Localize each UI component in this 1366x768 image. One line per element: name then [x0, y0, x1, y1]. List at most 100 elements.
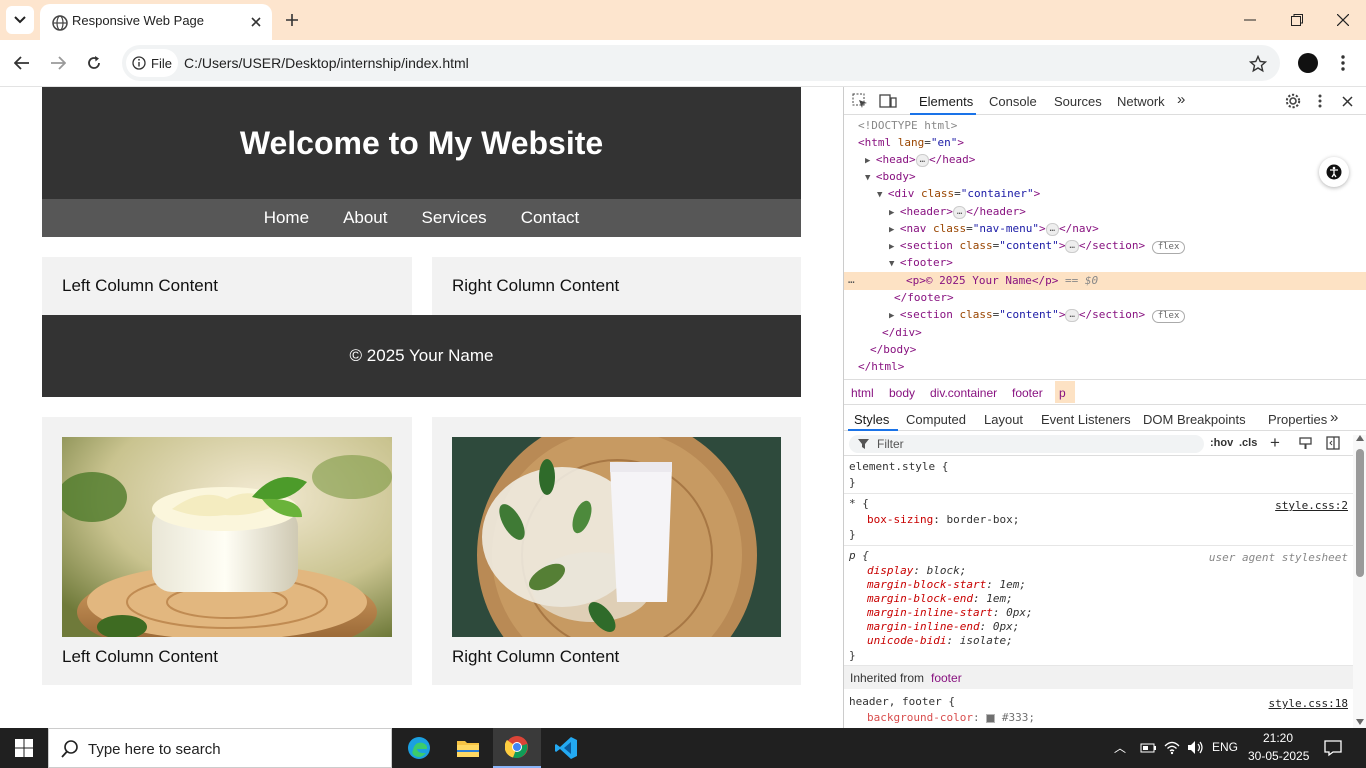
star-rule-selector[interactable]: * { — [849, 497, 869, 510]
scroll-up-icon[interactable] — [1356, 435, 1364, 441]
forward-icon[interactable] — [46, 51, 70, 75]
breadcrumb-html[interactable]: html — [851, 386, 874, 400]
url-text[interactable]: C:/Users/USER/Desktop/internship/index.h… — [184, 55, 469, 71]
bookmark-star-icon[interactable] — [1246, 52, 1270, 76]
nav-services-link[interactable]: Services — [405, 208, 504, 228]
dom-nav-node[interactable]: ▶ <nav class="nav-menu">… </nav> — [889, 222, 1099, 236]
menu-kebab-icon[interactable] — [1336, 51, 1350, 75]
edge-taskbar-icon[interactable] — [400, 728, 438, 768]
clock-date[interactable]: 30-05-2025 — [1248, 749, 1309, 763]
inspect-element-icon[interactable] — [850, 92, 870, 110]
dom-doctype[interactable]: <!DOCTYPE html> — [858, 119, 957, 132]
dom-div-close[interactable]: </div> — [882, 326, 922, 339]
show-hidden-icons[interactable]: ︿ — [1114, 739, 1126, 756]
styles-scrollbar[interactable] — [1353, 435, 1366, 728]
new-tab-icon[interactable] — [280, 8, 304, 32]
element-style-rule[interactable]: element.style { — [849, 460, 948, 473]
accessibility-tree-button[interactable] — [1319, 157, 1349, 187]
toggle-sidebar-icon[interactable] — [1326, 436, 1340, 450]
file-explorer-taskbar-icon[interactable] — [449, 728, 487, 768]
dom-div-node[interactable]: ▼ <div class="container"> — [877, 187, 1040, 200]
dom-ellipsis[interactable]: … — [915, 153, 930, 167]
dom-header-node[interactable]: ▶ <header>… </header> — [889, 205, 1026, 219]
restore-icon[interactable] — [1283, 8, 1311, 32]
star-rule-source-link[interactable]: style.css:2 — [1275, 499, 1348, 512]
hf-rule-selector[interactable]: header, footer { — [849, 695, 955, 708]
dom-html-open[interactable]: <html lang="en"> — [858, 136, 964, 149]
dom-ellipsis[interactable]: … — [1065, 308, 1079, 322]
tab-layout[interactable]: Layout — [984, 412, 1023, 427]
dom-body-node[interactable]: ▼ <body> — [865, 170, 916, 183]
cls-toggle[interactable]: .cls — [1239, 437, 1257, 449]
start-button[interactable] — [0, 728, 48, 768]
volume-icon[interactable] — [1187, 740, 1204, 755]
dom-ellipsis[interactable]: … — [1065, 239, 1079, 253]
close-devtools-icon[interactable] — [1338, 92, 1356, 110]
inherited-from-link[interactable]: footer — [931, 671, 962, 685]
vscode-taskbar-icon[interactable] — [545, 728, 587, 768]
breadcrumb-body[interactable]: body — [889, 386, 915, 400]
tab-network[interactable]: Network — [1117, 94, 1165, 109]
settings-gear-icon[interactable] — [1284, 92, 1302, 110]
dom-html-close[interactable]: </html> — [858, 360, 904, 373]
color-swatch[interactable] — [986, 713, 996, 723]
dom-ellipsis[interactable]: … — [1045, 222, 1059, 236]
breadcrumb-div[interactable]: div.container — [930, 386, 997, 400]
breadcrumb-p[interactable]: p — [1059, 386, 1066, 400]
scroll-down-icon[interactable] — [1356, 719, 1364, 725]
breadcrumb-footer[interactable]: footer — [1012, 386, 1043, 400]
dom-selected-row[interactable]: … <p>© 2025 Your Name</p> == $0 — [844, 272, 1366, 290]
bg-color-decl[interactable]: background-color: #333; — [867, 711, 1035, 724]
tab-properties[interactable]: Properties — [1268, 412, 1327, 427]
device-toolbar-icon[interactable] — [878, 92, 898, 110]
flex-badge[interactable]: flex — [1151, 241, 1186, 254]
tab-console[interactable]: Console — [989, 94, 1037, 109]
nav-contact-link[interactable]: Contact — [504, 208, 597, 228]
styles-scrollbar-thumb[interactable] — [1356, 449, 1364, 577]
more-styles-tabs-icon[interactable]: » — [1330, 409, 1338, 426]
tab-sources[interactable]: Sources — [1054, 94, 1102, 109]
notification-icon[interactable] — [1324, 739, 1342, 757]
tab-dom-breakpoints[interactable]: DOM Breakpoints — [1143, 412, 1246, 427]
dom-head-node[interactable]: ▶ <head>… </head> — [865, 153, 975, 167]
hov-toggle[interactable]: :hov — [1210, 437, 1233, 449]
dom-section-node-2[interactable]: ▶ <section class="content">… </section> f… — [889, 308, 1186, 323]
tab-computed[interactable]: Computed — [906, 412, 966, 427]
dom-body-close[interactable]: </body> — [870, 343, 916, 356]
reload-icon[interactable] — [82, 51, 106, 75]
close-window-icon[interactable] — [1329, 8, 1357, 32]
language-indicator[interactable]: ENG — [1212, 740, 1238, 754]
site-info-chip[interactable]: File — [126, 49, 178, 77]
dom-section-tag: <section — [899, 239, 953, 252]
tab-search-button[interactable] — [6, 6, 34, 34]
devtools-menu-icon[interactable] — [1312, 92, 1328, 110]
minimize-icon[interactable] — [1236, 8, 1264, 32]
tab-elements[interactable]: Elements — [910, 87, 976, 115]
clock-time[interactable]: 21:20 — [1263, 731, 1293, 745]
chrome-taskbar-icon[interactable] — [493, 728, 541, 768]
battery-icon[interactable] — [1140, 741, 1156, 755]
more-tabs-icon[interactable]: » — [1177, 91, 1185, 108]
nav-about-link[interactable]: About — [326, 208, 404, 228]
box-sizing-decl[interactable]: box-sizing: border-box; — [867, 513, 1019, 526]
paint-icon[interactable] — [1299, 437, 1312, 450]
dom-section-node[interactable]: ▶ <section class="content">… </section> f… — [889, 239, 1186, 254]
profile-avatar[interactable] — [1298, 53, 1318, 73]
tab-styles[interactable]: Styles — [848, 405, 898, 431]
dom-footer-close[interactable]: </footer> — [894, 291, 954, 304]
flex-badge[interactable]: flex — [1151, 310, 1186, 323]
taskbar-search-box[interactable]: Type here to search — [48, 728, 392, 768]
hf-rule-source-link[interactable]: style.css:18 — [1269, 697, 1348, 710]
close-tab-icon[interactable] — [246, 12, 266, 32]
styles-filter-input[interactable]: Filter — [849, 435, 1204, 453]
p-rule-selector[interactable]: p { — [849, 549, 869, 562]
dom-footer-node[interactable]: ▼ <footer> — [889, 256, 953, 269]
address-bar[interactable]: File C:/Users/USER/Desktop/internship/in… — [122, 45, 1280, 81]
new-style-rule-icon[interactable]: + — [1270, 433, 1280, 453]
back-icon[interactable] — [10, 51, 34, 75]
nav-home-link[interactable]: Home — [247, 208, 326, 228]
dom-ellipsis[interactable]: … — [952, 205, 967, 219]
tab-event-listeners[interactable]: Event Listeners — [1041, 412, 1131, 427]
wifi-icon[interactable] — [1164, 740, 1180, 755]
browser-tab[interactable]: Responsive Web Page — [40, 4, 272, 40]
